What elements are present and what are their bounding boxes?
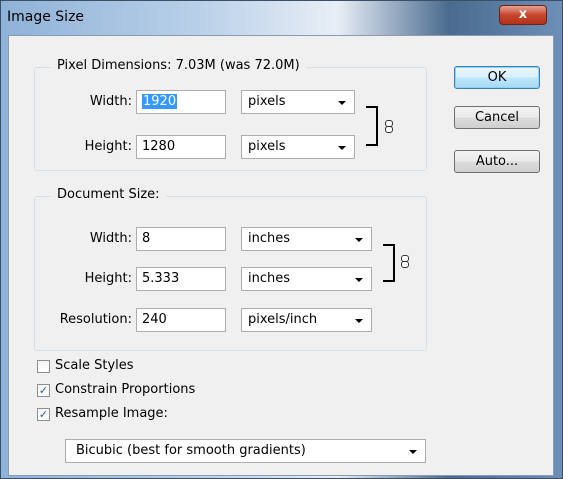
close-button[interactable]: x [499, 5, 547, 25]
pixel-height-input[interactable]: 1280 [136, 135, 226, 159]
pixel-height-label: Height: [84, 139, 132, 154]
resample-image-checkbox[interactable]: ✓ [37, 408, 50, 421]
doc-width-unit-select[interactable]: inches [241, 227, 372, 251]
constrain-bracket [366, 106, 378, 146]
auto-button[interactable]: Auto... [454, 150, 540, 173]
constrain-proportions-checkbox[interactable]: ✓ [37, 384, 50, 397]
resample-image-label: Resample Image: [55, 406, 168, 421]
pixel-height-value: 1280 [142, 139, 176, 154]
chevron-down-icon [338, 146, 346, 150]
doc-width-input[interactable]: 8 [136, 227, 226, 251]
doc-width-value: 8 [142, 231, 151, 246]
ok-button[interactable]: OK [454, 66, 540, 89]
dialog-body: Pixel Dimensions: 7.03M (was 72.0M) Widt… [8, 35, 554, 476]
title-bar[interactable]: Image Size x [1, 1, 562, 35]
chevron-down-icon [338, 101, 346, 105]
pixel-height-unit-value: pixels [248, 139, 286, 154]
chevron-down-icon [355, 238, 363, 242]
doc-width-label: Width: [89, 231, 132, 246]
chevron-down-icon [355, 319, 363, 323]
pixel-width-unit-select[interactable]: pixels [241, 90, 355, 114]
doc-width-unit-value: inches [248, 231, 291, 246]
pixel-width-unit-value: pixels [248, 94, 286, 109]
cancel-button[interactable]: Cancel [454, 106, 540, 129]
pixel-height-unit-select[interactable]: pixels [241, 135, 355, 159]
resolution-label: Resolution: [59, 312, 132, 327]
chevron-down-icon [355, 278, 363, 282]
resolution-unit-value: pixels/inch [248, 312, 318, 327]
constrain-proportions-label: Constrain Proportions [55, 382, 196, 397]
doc-height-unit-value: inches [248, 271, 291, 286]
pixel-width-label: Width: [89, 94, 132, 109]
resolution-unit-select[interactable]: pixels/inch [241, 308, 372, 332]
window-title: Image Size [7, 9, 85, 25]
doc-height-input[interactable]: 5.333 [136, 267, 226, 291]
pixel-width-value: 1920 [142, 94, 178, 109]
resolution-value: 240 [142, 312, 167, 327]
pixel-width-input[interactable]: 1920 [136, 90, 226, 114]
document-size-legend: Document Size: [51, 187, 166, 202]
resolution-input[interactable]: 240 [136, 308, 226, 332]
chevron-down-icon [409, 450, 417, 454]
resample-method-value: Bicubic (best for smooth gradients) [76, 443, 306, 458]
link-chain-icon [385, 120, 393, 133]
link-chain-icon [401, 255, 409, 268]
image-size-dialog: Image Size x Pixel Dimensions: 7.03M (wa… [0, 0, 563, 479]
doc-height-label: Height: [84, 271, 132, 286]
doc-height-value: 5.333 [142, 271, 180, 286]
scale-styles-label: Scale Styles [55, 358, 134, 373]
resample-method-select[interactable]: Bicubic (best for smooth gradients) [65, 439, 426, 463]
scale-styles-checkbox[interactable] [37, 360, 50, 373]
constrain-bracket [383, 244, 395, 282]
doc-height-unit-select[interactable]: inches [241, 267, 372, 291]
pixel-dimensions-legend: Pixel Dimensions: 7.03M (was 72.0M) [51, 58, 306, 73]
